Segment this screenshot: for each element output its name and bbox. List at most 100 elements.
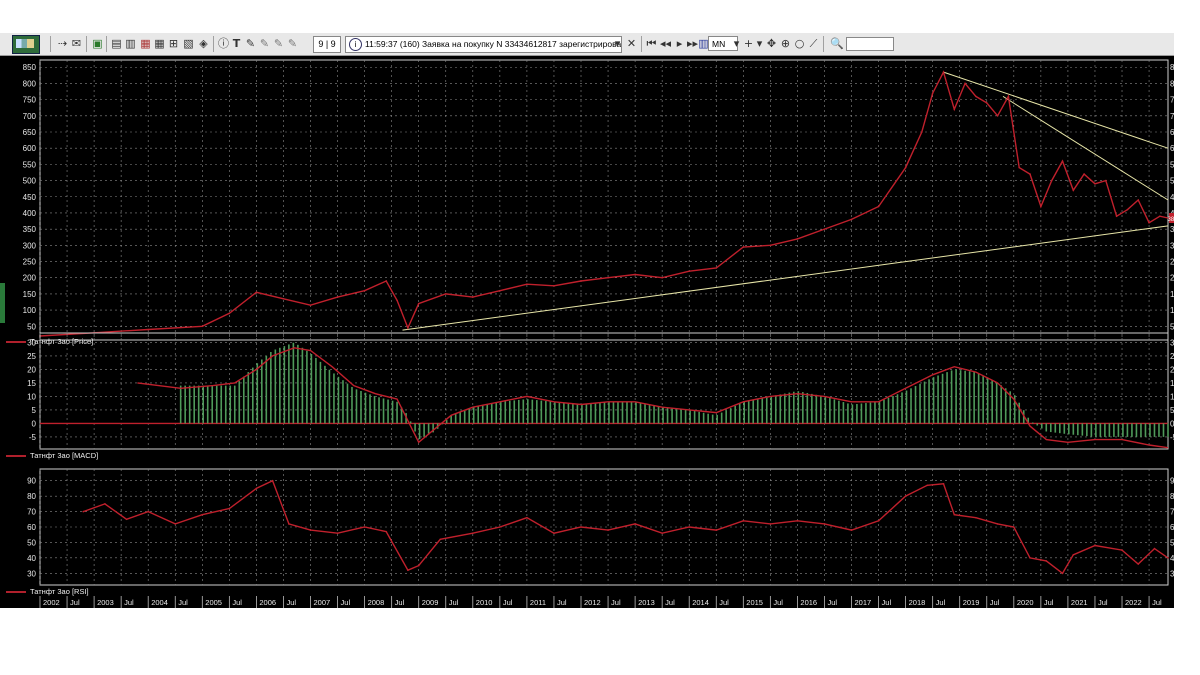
pen-icon[interactable]: ✎	[244, 37, 257, 50]
date-label: Jul	[611, 598, 621, 607]
arrow-right-icon[interactable]: ⇢	[56, 37, 69, 50]
price-point	[975, 95, 977, 98]
macd-ytick-left: 5	[32, 406, 37, 415]
price-point	[661, 276, 663, 279]
rsi-point	[580, 526, 582, 528]
order-icon[interactable]: ✉	[70, 37, 83, 50]
price-ytick-right: 350	[1170, 225, 1174, 234]
app-logo-icon	[12, 35, 40, 54]
rsi-panel[interactable]: 30 30 40 40 50 50 60 60 70 70 80 80 90 90 Татнфт 3ао …	[0, 463, 1179, 599]
move-icon[interactable]: ✥	[765, 37, 778, 50]
date-label: 2009	[422, 598, 439, 607]
macd-ytick-right: 25	[1170, 352, 1174, 361]
rsi-point	[877, 520, 880, 522]
price-chart: 5050100100150150200200250250300300350350…	[23, 59, 1184, 341]
rsi-point	[850, 529, 853, 531]
step-back-icon[interactable]: ◂◂	[659, 37, 672, 50]
date-label: 2011	[530, 598, 546, 607]
rsi-ytick-right: 70	[1170, 508, 1174, 517]
window-icon[interactable]: ▥	[124, 37, 137, 50]
date-label: Jul	[665, 598, 675, 607]
jump-start-icon[interactable]: ⏮	[645, 37, 658, 50]
table-icon[interactable]: ▦	[153, 37, 166, 50]
search-table-icon[interactable]: ⊞	[167, 37, 180, 50]
price-point	[1072, 189, 1075, 192]
date-label: 2012	[584, 598, 601, 607]
circle-target-icon[interactable]: ⊕	[779, 37, 792, 50]
rsi-point	[147, 510, 150, 513]
date-label: 2014	[692, 598, 709, 607]
toolbar-separator	[641, 36, 642, 52]
macd-ytick-right: 15	[1170, 379, 1174, 388]
rsi-ytick-right: 80	[1170, 492, 1174, 501]
rsi-point	[385, 530, 388, 533]
close-icon[interactable]: ✕	[625, 37, 638, 50]
price-ytick-right: 600	[1170, 144, 1174, 153]
price-panel[interactable]: 5050100100150150200200250250300300350350…	[0, 56, 1184, 348]
price-point	[363, 289, 366, 292]
rsi-point	[553, 532, 555, 534]
rsi-point	[926, 484, 929, 487]
ruler-icon[interactable]: ⟋	[807, 37, 820, 50]
last-price-label: 384.4	[1167, 217, 1174, 223]
date-label: 2005	[205, 598, 222, 607]
date-label: 2002	[43, 598, 60, 607]
price-point	[417, 302, 420, 305]
pen-icon[interactable]: ✎	[286, 37, 299, 50]
table-icon[interactable]: ▦	[139, 37, 152, 50]
macd-ytick-left: 0	[32, 419, 37, 428]
circle-icon[interactable]: ○	[793, 37, 806, 50]
rsi-point	[1029, 557, 1031, 559]
date-label: Jul	[773, 598, 783, 607]
rsi-point	[104, 503, 106, 505]
info-icon[interactable]: ⓘ	[217, 37, 230, 50]
macd-ytick-left: 20	[27, 365, 36, 374]
date-label: 2016	[800, 598, 817, 607]
rsi-point	[796, 520, 799, 522]
price-ytick-right: 850	[1170, 63, 1174, 72]
rsi-ytick-left: 40	[27, 554, 36, 563]
price-ytick-right: 500	[1170, 177, 1174, 186]
date-label: 2006	[259, 598, 276, 607]
pen-icon[interactable]: ✎	[272, 37, 285, 50]
price-point	[904, 166, 907, 169]
toolbar-separator	[50, 36, 51, 52]
portfolio-icon[interactable]: ▣	[91, 37, 104, 50]
rsi-point	[1094, 544, 1096, 547]
message-time: 11:59:37	[365, 39, 398, 49]
magnify-icon[interactable]: 🔍	[830, 37, 844, 50]
price-point	[309, 304, 312, 307]
trading-terminal-window: ⇢ ✉ ▣ ▤ ▥ ▦ ▦ ⊞ ▧ ◈ ⓘ T ✎ ✎ ✎ ✎ 9 | 9 i1…	[0, 33, 1184, 605]
macd-signal-line	[137, 347, 1169, 449]
date-label: 2007	[314, 598, 331, 607]
price-ytick-right: 200	[1170, 274, 1174, 283]
status-message-field[interactable]: i 11:59:37 (160) Заявка на покупку N 3343…	[345, 36, 622, 53]
pen-icon[interactable]: ✎	[258, 37, 271, 50]
macd-frame	[39, 332, 1169, 450]
price-ytick-left: 650	[23, 128, 37, 137]
price-frame	[39, 59, 1169, 341]
chevron-down-icon[interactable]: ▾	[611, 37, 624, 50]
price-point	[688, 270, 691, 273]
price-ytick-left: 250	[23, 258, 37, 267]
rsi-point	[1153, 547, 1156, 550]
macd-panel[interactable]: -5 -5 0 0 5 5 10 10 15 15 20 20 25 25 30 30 Татнфт 3ао …	[0, 327, 1179, 463]
price-point	[526, 283, 528, 285]
price-point	[931, 92, 934, 94]
text-tool-icon[interactable]: T	[230, 37, 243, 50]
quote-icon[interactable]: ▧	[182, 37, 195, 50]
window-icon[interactable]: ▤	[110, 37, 123, 50]
price-ytick-right: 800	[1170, 79, 1174, 88]
search-input[interactable]	[846, 37, 894, 51]
price-point	[444, 293, 447, 295]
date-label: 2010	[476, 598, 493, 607]
rsi-point	[526, 516, 528, 519]
date-label: Jul	[286, 598, 296, 607]
rsi-point	[174, 523, 177, 525]
price-ytick-left: 100	[23, 306, 37, 315]
step-forward-icon[interactable]: ▸	[673, 37, 686, 50]
alert-icon[interactable]: ◈	[197, 37, 210, 50]
rsi-point	[634, 523, 636, 525]
date-label: Jul	[503, 598, 513, 607]
price-point	[607, 276, 609, 279]
